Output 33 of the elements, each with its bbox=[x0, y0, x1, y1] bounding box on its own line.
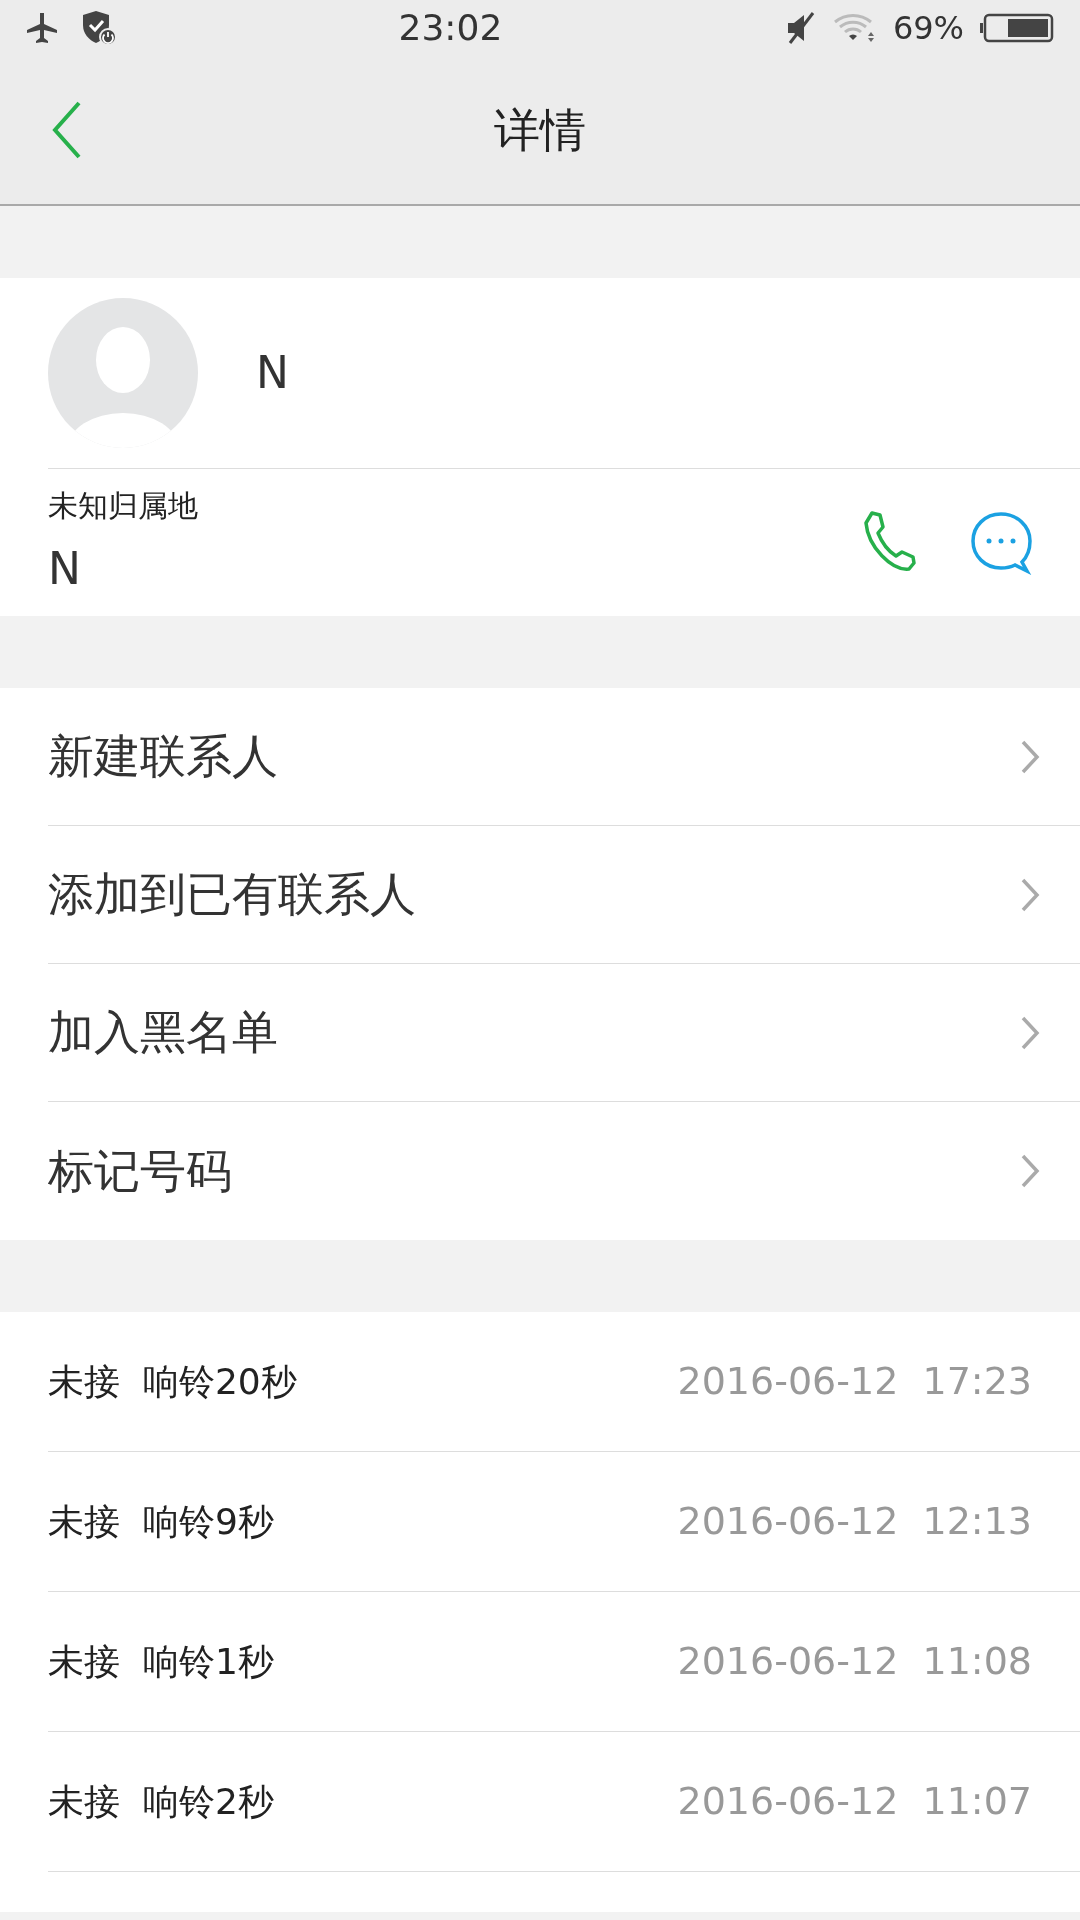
call-time: 2016-06-12 12:13 bbox=[677, 1498, 1032, 1545]
page-title: 详情 bbox=[494, 101, 586, 159]
menu-item[interactable]: 标记号码 bbox=[48, 1102, 1080, 1240]
wifi-icon bbox=[832, 12, 877, 44]
airplane-icon bbox=[26, 11, 58, 45]
shield-icon bbox=[82, 10, 116, 46]
call-time: 2016-06-12 11:08 bbox=[677, 1638, 1032, 1685]
avatar-icon bbox=[48, 298, 198, 448]
menu-item[interactable]: 添加到已有联系人 bbox=[48, 826, 1080, 964]
location-label: 未知归属地 bbox=[48, 487, 199, 525]
phone-number: N bbox=[48, 542, 82, 596]
call-status: 未接 响铃20秒 bbox=[48, 1359, 298, 1404]
menu-item[interactable]: 加入黑名单 bbox=[48, 964, 1080, 1102]
message-button[interactable] bbox=[970, 510, 1032, 575]
menu-label: 添加到已有联系人 bbox=[48, 866, 417, 923]
chevron-icon bbox=[1020, 738, 1040, 775]
call-status: 未接 响铃2秒 bbox=[48, 1779, 275, 1824]
chevron-icon bbox=[1020, 1014, 1040, 1051]
chevron-icon bbox=[1020, 876, 1040, 913]
chevron-icon bbox=[1020, 1153, 1040, 1189]
call-time: 2016-06-12 17:23 bbox=[677, 1358, 1032, 1405]
call-status: 未接 响铃9秒 bbox=[48, 1499, 275, 1544]
battery-icon bbox=[980, 13, 1054, 43]
menu-label: 标记号码 bbox=[48, 1142, 233, 1200]
call-status: 未接 响铃1秒 bbox=[48, 1639, 275, 1684]
menu-item[interactable]: 新建联系人 bbox=[48, 688, 1080, 826]
menu-label: 新建联系人 bbox=[48, 728, 279, 785]
menu-label: 加入黑名单 bbox=[48, 1004, 279, 1061]
back-button[interactable] bbox=[52, 100, 82, 160]
contact-name: N bbox=[256, 346, 289, 400]
call-time: 2016-06-12 11:07 bbox=[677, 1778, 1032, 1825]
battery-percent: 69% bbox=[892, 8, 964, 49]
clock-time: 23:02 bbox=[397, 6, 504, 50]
